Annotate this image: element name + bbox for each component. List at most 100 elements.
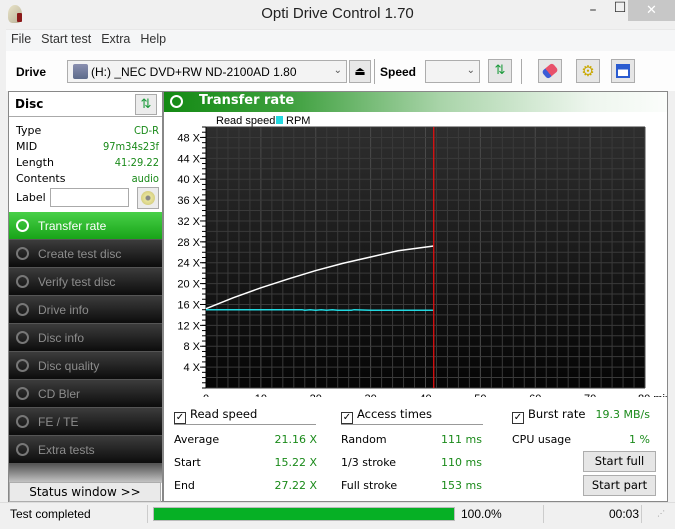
refresh-disc-button[interactable]: ⇅ bbox=[135, 94, 157, 115]
stat-key: 1/3 stroke bbox=[341, 456, 396, 469]
access-times-checkbox[interactable]: ✓ Access times bbox=[341, 407, 432, 424]
y-tick-label: 4 X bbox=[183, 362, 200, 374]
nav-fe-te[interactable]: FE / TE bbox=[9, 408, 162, 436]
chevron-down-icon: ⌄ bbox=[333, 65, 342, 76]
toolbar-separator bbox=[374, 59, 375, 84]
divider bbox=[147, 505, 148, 523]
nav-label: Disc quality bbox=[38, 359, 100, 373]
nav-label: Verify test disc bbox=[38, 275, 116, 289]
legend-rpm: RPM bbox=[286, 115, 310, 127]
legend-read-speed: Read speed bbox=[216, 115, 275, 127]
disc-title: Disc bbox=[15, 97, 44, 111]
disc-contents-key: Contents bbox=[16, 172, 66, 185]
burst-rate-checkbox[interactable]: ✓ Burst rate bbox=[512, 407, 585, 424]
divider bbox=[341, 424, 483, 425]
refresh-speed-button[interactable]: ⇅ bbox=[488, 59, 512, 83]
toolbar-separator bbox=[521, 59, 522, 84]
y-tick-label: 36 X bbox=[177, 195, 200, 207]
disc-label-input[interactable] bbox=[50, 188, 129, 207]
read-speed-checkbox[interactable]: ✓ Read speed bbox=[174, 407, 257, 424]
eject-button[interactable]: ⏏ bbox=[349, 60, 371, 83]
test-nav: Transfer rate Create test disc Verify te… bbox=[9, 212, 162, 483]
start-part-button[interactable]: Start part bbox=[583, 475, 656, 496]
menu-file[interactable]: File bbox=[6, 30, 36, 48]
disc-test-icon bbox=[16, 247, 29, 260]
nav-drive-info[interactable]: Drive info bbox=[9, 296, 162, 324]
checkmark-icon: ✓ bbox=[174, 412, 186, 424]
nav-cd-bler[interactable]: CD Bler bbox=[9, 380, 162, 408]
disc-label-button[interactable] bbox=[137, 187, 159, 209]
stat-value: 15.22 X bbox=[274, 456, 317, 469]
nav-verify-test-disc[interactable]: Verify test disc bbox=[9, 268, 162, 296]
disc-test-icon bbox=[170, 95, 183, 108]
nav-disc-info[interactable]: Disc info bbox=[9, 324, 162, 352]
stat-value: 1 % bbox=[629, 433, 650, 446]
nav-disc-quality[interactable]: Disc quality bbox=[9, 352, 162, 380]
start-full-button[interactable]: Start full bbox=[583, 451, 656, 472]
x-tick-label: 30 bbox=[365, 393, 377, 397]
nav-extra-tests[interactable]: Extra tests bbox=[9, 436, 162, 464]
x-tick-label: 50 bbox=[474, 393, 486, 397]
stat-value: 21.16 X bbox=[274, 433, 317, 446]
stat-key: Average bbox=[174, 433, 220, 446]
window-title: Opti Drive Control 1.70 bbox=[261, 5, 414, 22]
menu-help[interactable]: Help bbox=[135, 30, 171, 48]
divider bbox=[543, 505, 544, 523]
resize-grip-icon[interactable]: ⋰ bbox=[657, 509, 665, 518]
progress-fill bbox=[154, 508, 454, 520]
toolbar: Drive (H:) _NEC DVD+RW ND-2100AD 1.80 ⌄ … bbox=[6, 51, 675, 91]
burst-rate-label: Burst rate bbox=[528, 407, 586, 421]
stat-value: 110 ms bbox=[441, 456, 482, 469]
menu-start-test[interactable]: Start test bbox=[36, 30, 96, 48]
drive-label: Drive bbox=[16, 65, 47, 79]
divider bbox=[641, 505, 642, 523]
stat-key: Random bbox=[341, 433, 387, 446]
disc-test-icon bbox=[16, 443, 29, 456]
progress-bar bbox=[153, 507, 455, 521]
speed-label: Speed bbox=[380, 65, 417, 79]
disc-test-icon bbox=[16, 415, 29, 428]
nav-label: Extra tests bbox=[38, 443, 95, 457]
nav-filler bbox=[9, 464, 162, 483]
disc-type-key: Type bbox=[16, 124, 42, 137]
transfer-rate-panel: Transfer rate 4 X 8 X 12 X 16 X 20 X 24 X 28 X… bbox=[163, 91, 668, 502]
divider bbox=[174, 424, 316, 425]
disc-type-value: CD-R bbox=[134, 124, 159, 137]
y-tick-label: 16 X bbox=[177, 299, 200, 311]
status-bar: Test completed 100.0% 00:03 ⋰ bbox=[0, 502, 675, 524]
nav-label: CD Bler bbox=[38, 387, 81, 401]
checkmark-icon: ✓ bbox=[341, 412, 353, 424]
nav-label: FE / TE bbox=[38, 415, 79, 429]
settings-button[interactable]: ⚙ bbox=[576, 59, 600, 83]
y-tick-label: 32 X bbox=[177, 216, 200, 228]
y-tick-label: 44 X bbox=[177, 153, 200, 165]
eject-icon: ⏏ bbox=[354, 64, 366, 78]
speed-select[interactable]: ⌄ bbox=[425, 60, 480, 83]
menu-extra[interactable]: Extra bbox=[96, 30, 135, 48]
minimize-button[interactable]: – bbox=[579, 2, 607, 23]
burst-rate-value: 19.3 MB/s bbox=[595, 408, 650, 421]
x-tick-label: 20 bbox=[310, 393, 322, 397]
x-tick-label: 10 bbox=[255, 393, 267, 397]
nav-transfer-rate[interactable]: Transfer rate bbox=[9, 212, 162, 240]
drive-icon bbox=[73, 64, 88, 79]
sidebar: Disc ⇅ Type CD-R MID 97m34s23f Length 41:29… bbox=[8, 91, 163, 502]
stat-key: Full stroke bbox=[341, 479, 398, 492]
y-tick-label: 40 X bbox=[177, 174, 200, 186]
gears-icon: ⚙ bbox=[581, 62, 595, 80]
close-button[interactable]: ✕ bbox=[628, 0, 675, 21]
status-window-button[interactable]: Status window >> bbox=[9, 482, 161, 502]
access-times-label: Access times bbox=[357, 407, 432, 421]
title-bar: Opti Drive Control 1.70 – ☐ ✕ bbox=[0, 0, 675, 29]
eraser-icon bbox=[541, 62, 559, 80]
stat-key: End bbox=[174, 479, 195, 492]
erase-button[interactable] bbox=[538, 59, 562, 83]
stat-end: End 27.22 X bbox=[174, 479, 317, 492]
drive-select[interactable]: (H:) _NEC DVD+RW ND-2100AD 1.80 ⌄ bbox=[67, 60, 347, 83]
save-button[interactable] bbox=[611, 59, 635, 83]
nav-create-test-disc[interactable]: Create test disc bbox=[9, 240, 162, 268]
stat-value: 153 ms bbox=[441, 479, 482, 492]
panel-title: Transfer rate bbox=[199, 93, 295, 108]
y-tick-label: 12 X bbox=[177, 320, 200, 332]
y-tick-label: 24 X bbox=[177, 258, 200, 270]
